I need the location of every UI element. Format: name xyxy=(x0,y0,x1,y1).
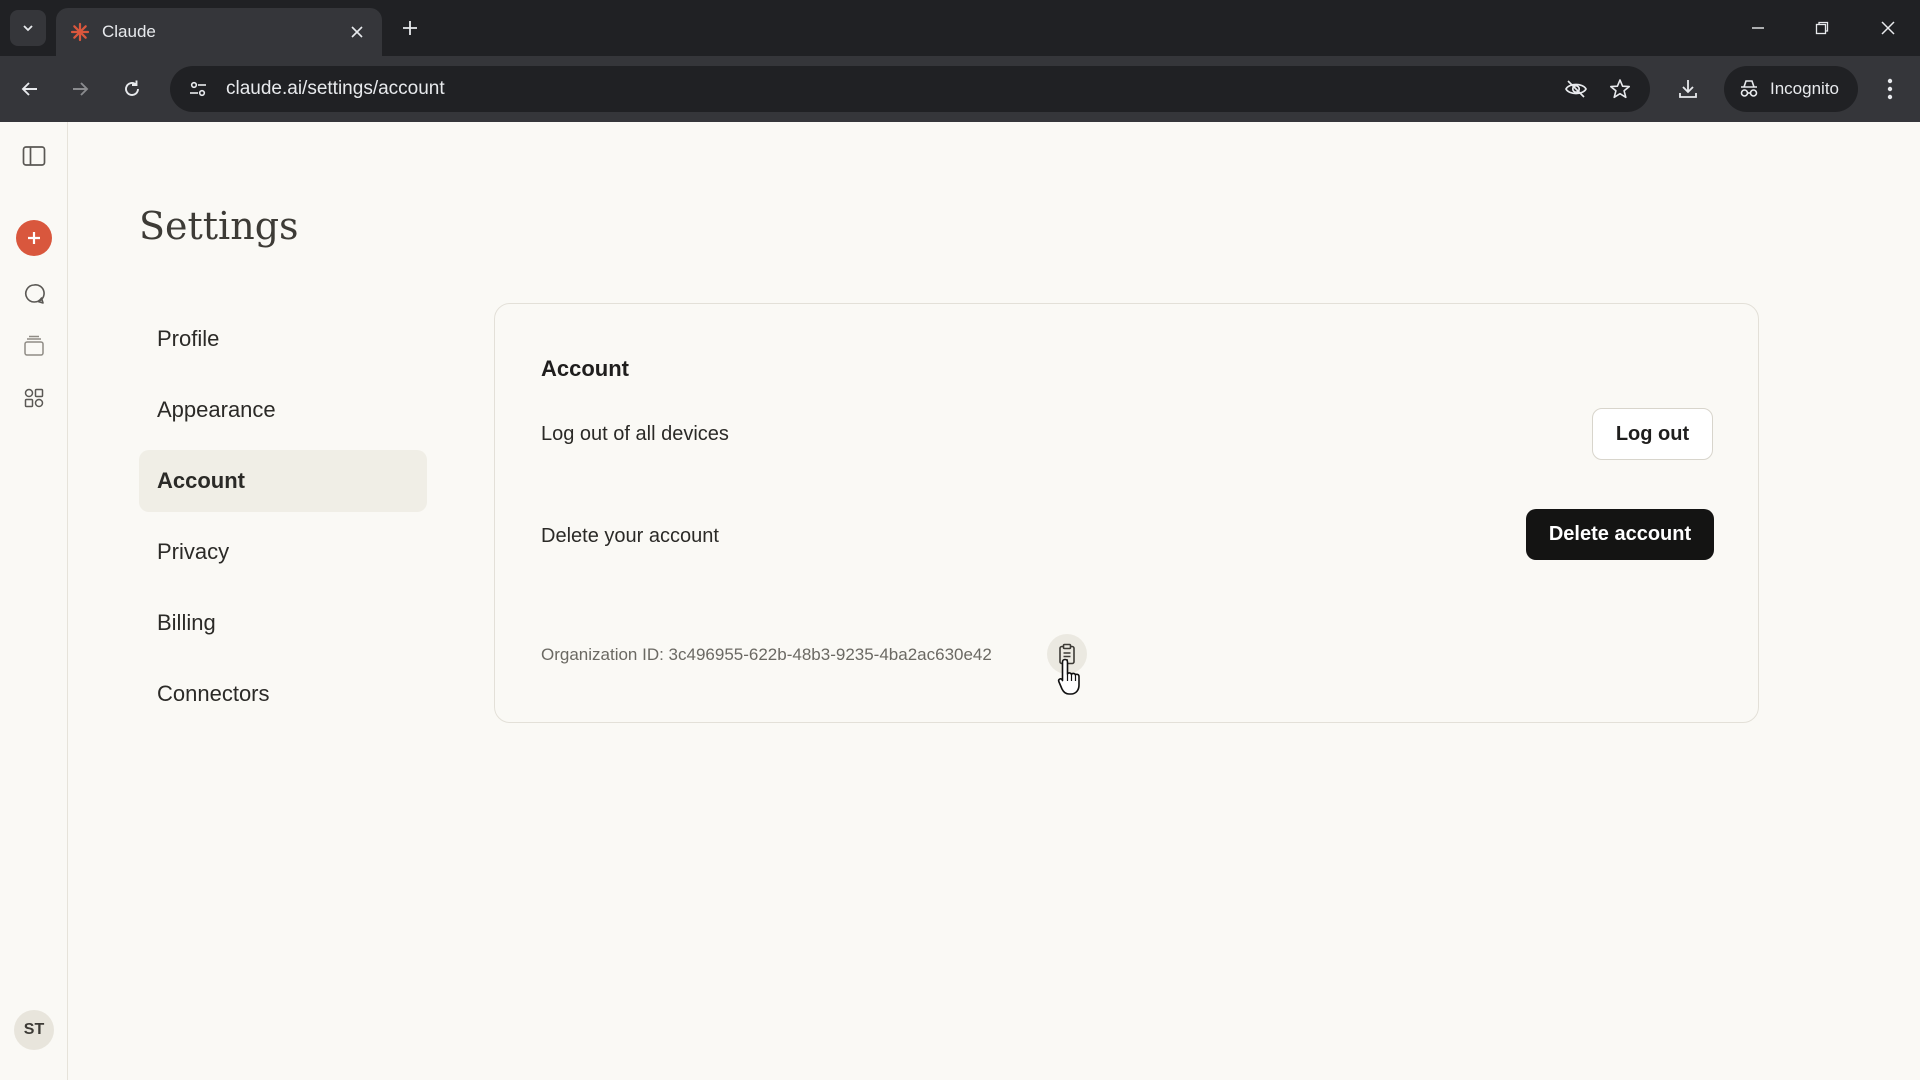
address-bar[interactable]: claude.ai/settings/account xyxy=(170,66,1650,112)
settings-nav-account[interactable]: Account xyxy=(139,450,427,512)
reload-button[interactable] xyxy=(114,71,150,107)
bookmark-star-icon[interactable] xyxy=(1604,73,1636,105)
tracking-protection-icon[interactable] xyxy=(1560,73,1592,105)
plus-icon xyxy=(403,21,417,35)
artifacts-grid-icon xyxy=(24,388,44,408)
tab-title: Claude xyxy=(102,22,156,41)
chats-button[interactable] xyxy=(14,274,54,314)
arrow-left-icon xyxy=(21,82,37,96)
account-heading: Account xyxy=(541,356,629,381)
settings-nav: Profile Appearance Account Privacy Billi… xyxy=(139,308,427,734)
incognito-label: Incognito xyxy=(1770,79,1839,98)
delete-row-label: Delete your account xyxy=(541,525,719,547)
organization-id: Organization ID: 3c496955-622b-48b3-9235… xyxy=(541,645,992,664)
log-out-button[interactable]: Log out xyxy=(1592,408,1713,460)
incognito-indicator[interactable]: Incognito xyxy=(1724,66,1858,112)
plus-icon xyxy=(28,232,40,244)
delete-account-button[interactable]: Delete account xyxy=(1526,509,1714,560)
user-avatar[interactable]: ST xyxy=(14,1010,54,1050)
close-tab-icon[interactable] xyxy=(346,21,368,43)
minimize-icon xyxy=(1752,27,1764,29)
settings-nav-profile[interactable]: Profile xyxy=(139,308,427,370)
browser-tab-claude[interactable]: Claude xyxy=(56,8,382,56)
close-icon xyxy=(1881,21,1895,35)
site-info-icon[interactable] xyxy=(184,75,212,103)
more-vertical-icon xyxy=(1887,78,1893,100)
back-button[interactable] xyxy=(12,71,48,107)
minimize-button[interactable] xyxy=(1740,10,1776,46)
page-title: Settings xyxy=(139,204,299,248)
settings-nav-connectors[interactable]: Connectors xyxy=(139,663,427,725)
toggle-sidebar-button[interactable] xyxy=(14,136,54,176)
claude-logo-icon xyxy=(70,22,90,42)
new-tab-button[interactable] xyxy=(394,12,426,44)
sidebar-toggle-icon xyxy=(22,146,46,166)
browser-menu-button[interactable] xyxy=(1872,71,1908,107)
settings-nav-privacy[interactable]: Privacy xyxy=(139,521,427,583)
chat-bubble-icon xyxy=(25,284,45,304)
close-window-button[interactable] xyxy=(1870,10,1906,46)
logout-row-label: Log out of all devices xyxy=(541,423,729,445)
restore-button[interactable] xyxy=(1804,10,1840,46)
hand-pointer-cursor-icon xyxy=(1057,658,1080,695)
arrow-right-icon xyxy=(73,82,89,96)
incognito-icon xyxy=(1740,80,1758,97)
reload-icon xyxy=(125,80,139,96)
settings-nav-billing[interactable]: Billing xyxy=(139,592,427,654)
download-icon xyxy=(1679,80,1697,98)
forward-button[interactable] xyxy=(62,71,98,107)
url-text: claude.ai/settings/account xyxy=(226,78,445,99)
new-chat-button[interactable] xyxy=(16,220,52,256)
artifacts-button[interactable] xyxy=(14,378,54,418)
downloads-button[interactable] xyxy=(1670,71,1706,107)
projects-button[interactable] xyxy=(14,326,54,366)
settings-nav-appearance[interactable]: Appearance xyxy=(139,379,427,441)
browser-toolbar: claude.ai/settings/account Incognito xyxy=(0,56,1920,122)
chevron-down-icon xyxy=(23,25,33,32)
projects-stack-icon xyxy=(24,335,44,356)
tab-search-button[interactable] xyxy=(10,10,46,46)
restore-icon xyxy=(1815,21,1829,35)
app-sidebar: ST xyxy=(0,122,68,1080)
account-card: Account Log out of all devices Log out D… xyxy=(494,303,1759,723)
browser-tab-bar: Claude xyxy=(0,0,1920,56)
